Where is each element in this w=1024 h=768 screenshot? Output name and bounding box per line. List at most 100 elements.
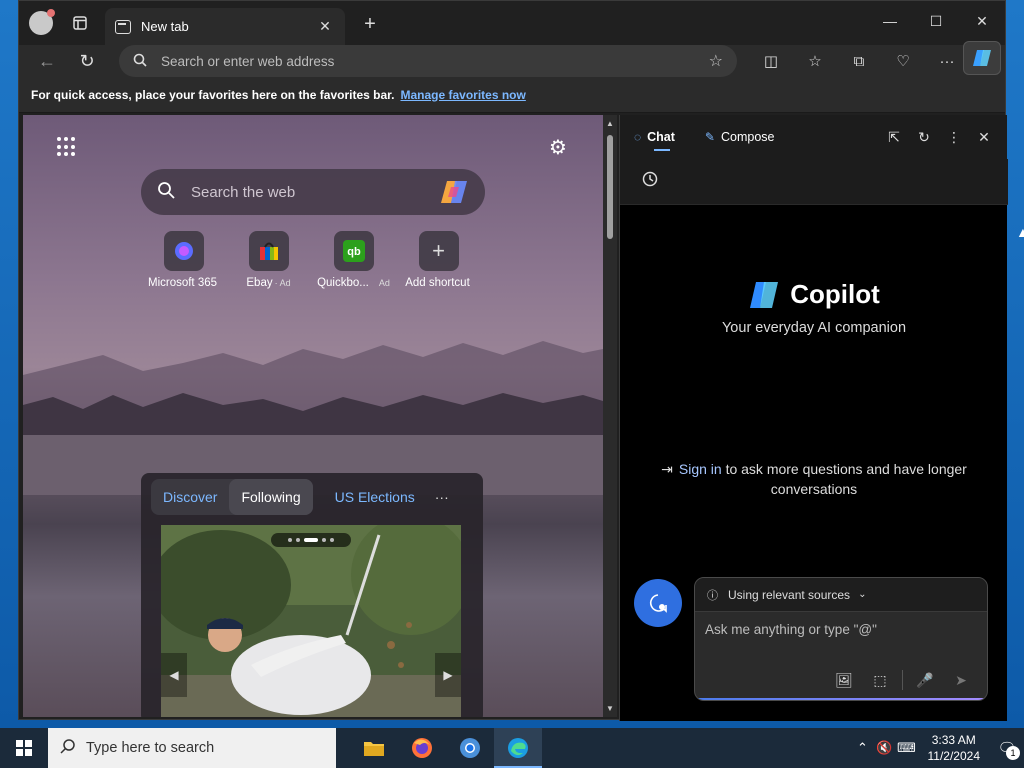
tab-following[interactable]: Following — [229, 479, 313, 515]
profile-avatar[interactable] — [29, 9, 55, 35]
toolbar-actions: ◫ ☆ ⧉ ♡ ··· — [749, 45, 969, 77]
tab-compose[interactable]: ✎ Compose — [705, 115, 775, 159]
carousel-prev-icon[interactable]: ◀ — [161, 653, 187, 697]
search-icon — [60, 738, 76, 759]
browser-essentials-icon[interactable]: ♡ — [881, 45, 925, 77]
scroll-down-icon[interactable]: ▼ — [606, 704, 614, 713]
carousel-indicator[interactable] — [271, 533, 351, 547]
refresh-button[interactable]: ↻ — [67, 45, 107, 77]
close-window-button[interactable]: ✕ — [959, 1, 1005, 41]
split-screen-icon[interactable]: ◫ — [749, 45, 793, 77]
refresh-icon[interactable]: ↻ — [909, 122, 939, 152]
clock-time: 3:33 AM — [931, 733, 976, 747]
shortcut-microsoft-365[interactable]: Microsoft 365 — [141, 231, 226, 289]
shortcut-label: Microsoft 365 — [147, 277, 218, 289]
favorites-bar-hint: For quick access, place your favorites h… — [31, 87, 395, 102]
manage-favorites-link[interactable]: Manage favorites now — [400, 88, 525, 102]
collections-icon[interactable]: ⧉ — [837, 45, 881, 77]
sidepane-header: ◌ Chat ✎ Compose ⇱ ↻ ⋮ ✕ — [620, 115, 1007, 159]
shortcut-label: Quickbo... Ad — [317, 277, 390, 289]
page-scrollbar[interactable]: ▲ ▼ — [603, 115, 617, 717]
window-controls: — ☐ ✕ — [867, 1, 1005, 41]
add-shortcut-plus-icon: + — [418, 231, 459, 271]
tab-chat[interactable]: ◌ Chat — [634, 115, 675, 159]
tab-discover[interactable]: Discover — [151, 479, 229, 515]
screenshot-icon[interactable]: ⬚ — [862, 668, 898, 692]
sign-in-arrow-icon: ⇥ — [661, 461, 673, 477]
scroll-up-icon[interactable]: ▲ — [606, 119, 614, 128]
news-feed: Discover Following US Elections ··· ◀ ▶ — [141, 473, 483, 717]
start-button[interactable] — [0, 728, 48, 768]
address-input[interactable] — [161, 53, 709, 69]
quickbooks-icon: qb — [333, 231, 374, 271]
svg-text:qb: qb — [347, 246, 361, 258]
sources-label: Using relevant sources — [728, 587, 851, 602]
microphone-icon[interactable]: 🎤 — [907, 668, 943, 692]
taskbar-search[interactable]: Type here to search — [48, 728, 336, 768]
signin-prompt: ⇥ Sign in to ask more questions and have … — [620, 459, 1008, 499]
sidepane-actions: ⇱ ↻ ⋮ ✕ — [879, 115, 999, 159]
scrollbar-thumb[interactable] — [607, 135, 613, 239]
clock-date: 11/2/2024 — [927, 749, 981, 763]
notification-center-icon[interactable]: 🗨1 — [990, 728, 1024, 768]
shortcut-ebay[interactable]: Ebay · Ad — [226, 231, 311, 289]
file-explorer-icon[interactable] — [350, 728, 398, 768]
shortcut-add[interactable]: + Add shortcut — [396, 231, 481, 289]
feed-pill: Discover Following — [151, 479, 313, 515]
copilot-logo-icon — [750, 281, 779, 308]
shortcut-quickbooks[interactable]: qb Quickbo... Ad — [311, 231, 396, 289]
workspaces-icon[interactable] — [63, 7, 97, 39]
divider — [902, 670, 903, 690]
new-topic-button[interactable] — [634, 579, 682, 627]
copilot-icon[interactable] — [439, 179, 469, 205]
history-icon[interactable] — [642, 171, 658, 192]
new-tab-button[interactable]: + — [355, 9, 385, 39]
close-tab-icon[interactable]: ✕ — [315, 18, 335, 35]
firefox-icon[interactable] — [398, 728, 446, 768]
carousel-next-icon[interactable]: ▶ — [435, 653, 461, 697]
close-pane-icon[interactable]: ✕ — [969, 122, 999, 152]
page-settings-gear-icon[interactable]: ⚙ — [547, 137, 569, 159]
edge-icon[interactable] — [494, 728, 542, 768]
network-icon[interactable]: ⌨ — [896, 740, 918, 756]
chrome-icon[interactable] — [446, 728, 494, 768]
back-button[interactable]: ← — [27, 45, 67, 77]
address-bar[interactable]: ☆ — [119, 45, 737, 77]
copilot-hero: Copilot Your everyday AI companion — [620, 279, 1008, 336]
maximize-button[interactable]: ☐ — [913, 1, 959, 41]
chevron-up-icon[interactable]: ⌃ — [852, 740, 874, 756]
feed-more-button[interactable]: ··· — [435, 489, 449, 505]
image-upload-icon[interactable]: 🖼 — [826, 668, 862, 692]
tab-new-tab[interactable]: New tab ✕ — [105, 8, 345, 45]
copilot-title-row: Copilot — [620, 279, 1008, 310]
mouse-cursor-icon: ▲ — [1016, 224, 1024, 240]
tab-us-elections[interactable]: US Elections — [323, 479, 427, 515]
app-launcher-icon[interactable] — [57, 137, 77, 157]
sources-selector[interactable]: ⓘ Using relevant sources ⌄ — [695, 578, 987, 612]
sign-in-link[interactable]: Sign in — [679, 461, 722, 477]
copilot-toolbar-button[interactable] — [963, 41, 1001, 75]
favorites-icon[interactable]: ☆ — [793, 45, 837, 77]
volume-muted-icon[interactable]: 🔇 — [874, 740, 896, 756]
info-icon: ⓘ — [707, 589, 718, 602]
send-icon[interactable]: ➤ — [943, 668, 979, 692]
favorite-star-icon[interactable]: ☆ — [709, 51, 723, 71]
chat-composer: ⓘ Using relevant sources ⌄ 🖼 ⬚ 🎤 ➤ — [694, 577, 988, 701]
minimize-button[interactable]: — — [867, 1, 913, 41]
shortcut-label: Add shortcut — [405, 277, 470, 289]
favorites-bar: For quick access, place your favorites h… — [19, 77, 1005, 113]
web-search-input[interactable] — [191, 183, 439, 201]
background-landscape — [23, 341, 603, 495]
feed-card-image[interactable]: ◀ ▶ — [161, 525, 461, 717]
chevron-down-icon: ⌄ — [858, 589, 867, 600]
notification-count: 1 — [1006, 746, 1020, 760]
clock[interactable]: 3:33 AM 11/2/2024 — [928, 732, 981, 764]
web-search-box[interactable] — [141, 169, 485, 215]
chat-icon: ◌ — [634, 130, 642, 144]
toolbar: ← ↻ ☆ ◫ ☆ ⧉ ♡ ··· — [19, 41, 1005, 77]
search-icon — [157, 181, 175, 204]
chat-input[interactable] — [705, 622, 975, 652]
sidepane-subbar — [620, 159, 1008, 205]
open-in-new-tab-icon[interactable]: ⇱ — [879, 122, 909, 152]
more-options-icon[interactable]: ⋮ — [939, 122, 969, 152]
